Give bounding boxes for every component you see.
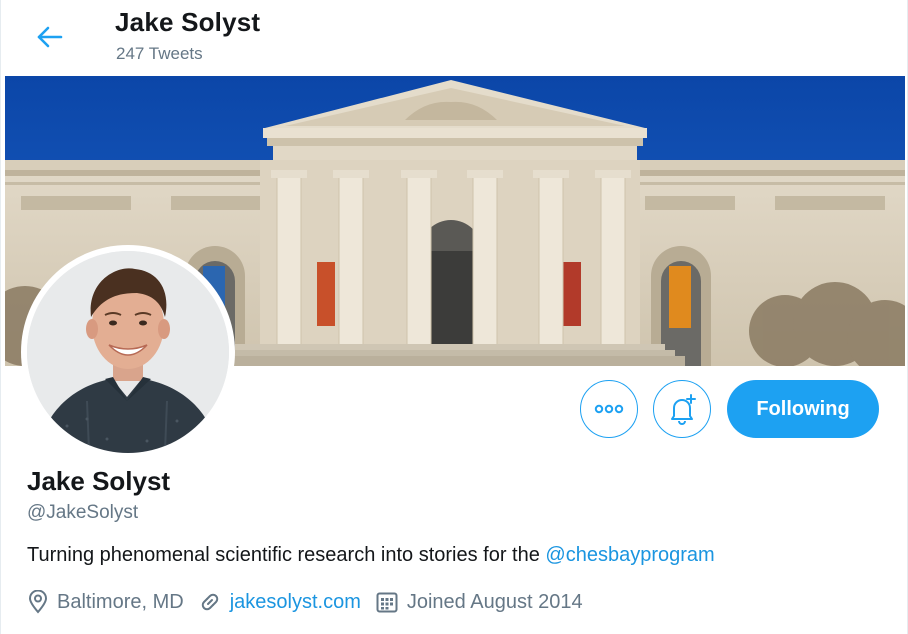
header-title: Jake Solyst	[115, 7, 261, 37]
tweet-count: 247 Tweets	[116, 44, 203, 63]
link-icon	[201, 593, 218, 611]
bell-plus-icon	[671, 394, 696, 425]
joined-text: Joined August 2014	[406, 590, 583, 613]
profile-handle: @JakeSolyst	[27, 502, 139, 523]
website-link[interactable]: jakesolyst.com	[230, 591, 361, 614]
profile-header: Jake Solyst 247 Tweets	[1, 0, 907, 76]
website-item: jakesolyst.com	[198, 590, 361, 614]
profile-name: Jake Solyst	[27, 466, 171, 496]
location-item: Baltimore, MD	[27, 590, 184, 614]
bio-text: Turning phenomenal scientific research i…	[27, 544, 546, 566]
bio-mention-link[interactable]: @chesbayprogram	[545, 544, 714, 566]
more-horizontal-icon	[594, 404, 624, 414]
avatar-photo	[27, 251, 229, 453]
location-text: Baltimore, MD	[57, 590, 184, 613]
following-button[interactable]: Following	[727, 380, 879, 438]
profile-page: Jake Solyst 247 Tweets Following Jake So…	[0, 0, 908, 634]
joined-item: Joined August 2014	[375, 590, 583, 614]
notifications-button[interactable]	[653, 380, 711, 438]
arrow-left-icon	[37, 26, 63, 48]
more-options-button[interactable]	[580, 380, 638, 438]
profile-bio: Turning phenomenal scientific research i…	[27, 544, 715, 567]
back-button[interactable]	[27, 14, 73, 60]
profile-avatar[interactable]	[21, 245, 235, 459]
location-pin-icon	[28, 590, 48, 614]
calendar-icon	[376, 592, 398, 613]
profile-meta: Baltimore, MD jakesolyst.com Joined Augu…	[27, 588, 597, 616]
